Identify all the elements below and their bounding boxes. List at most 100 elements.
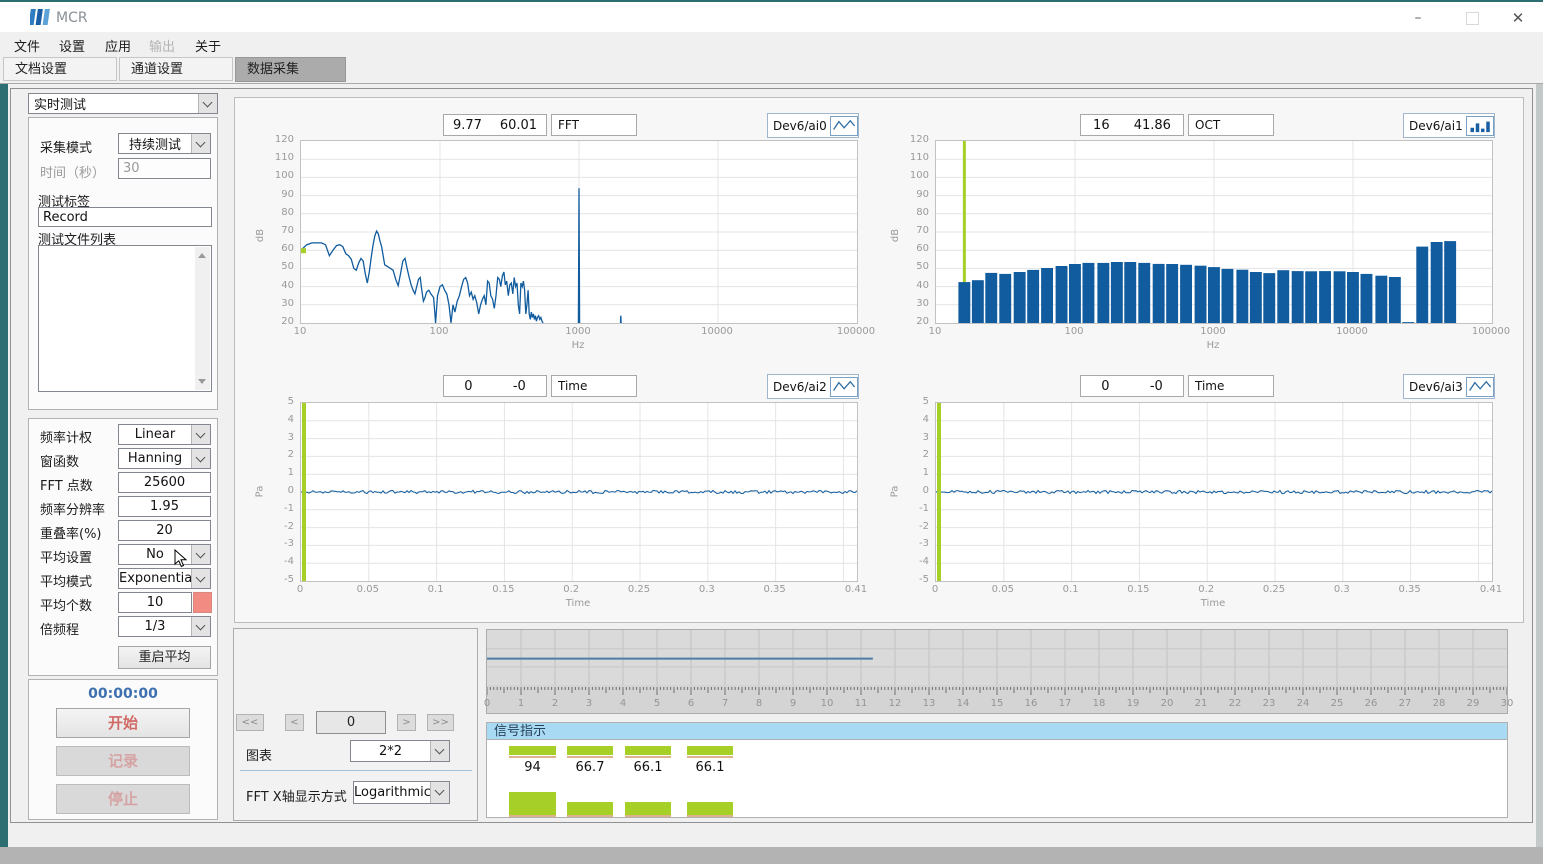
window-title: MCR (56, 10, 88, 26)
chevron-down-icon[interactable] (191, 425, 210, 444)
scroll-up-icon[interactable] (198, 253, 206, 258)
fft-name-box[interactable]: FFT (551, 114, 637, 136)
restart-average-button[interactable]: 重启平均 (118, 646, 211, 669)
x-tick-label: 10000 (1336, 326, 1368, 337)
y-tick-label: 50 (916, 261, 929, 272)
x-tick-label: 0.3 (699, 584, 715, 595)
page-counter[interactable]: 0 (316, 711, 386, 734)
next-page-button: > (397, 714, 416, 731)
close-button[interactable]: ✕ (1498, 7, 1538, 29)
window-right-border (1536, 84, 1543, 847)
waveform-icon (1466, 377, 1494, 397)
fft-axis-mode-select[interactable]: Logarithmic (353, 781, 450, 804)
signal-baseline (687, 756, 733, 758)
param-input[interactable] (118, 520, 211, 541)
signal-meter-bar (509, 792, 556, 815)
param-input[interactable] (118, 472, 211, 493)
menu-output: 输出 (149, 36, 175, 55)
ruler-label: 2 (552, 698, 558, 709)
window-left-border (0, 84, 8, 847)
chart-layout-label: 图表 (246, 745, 272, 764)
menu-file[interactable]: 文件 (14, 36, 40, 55)
y-tick-label: 50 (281, 261, 294, 272)
y-tick-label: -3 (284, 538, 294, 549)
param-input[interactable] (118, 592, 192, 613)
chevron-down-icon[interactable] (191, 449, 210, 468)
acq-mode-select[interactable]: 持续测试 (118, 133, 211, 154)
oct-name-box[interactable]: OCT (1188, 114, 1274, 136)
tab-channel-settings[interactable]: 通道设置 (119, 57, 233, 81)
x-tick-label: 0.41 (845, 584, 867, 595)
record-button: 记录 (56, 746, 190, 776)
chevron-down-icon[interactable] (430, 741, 449, 761)
param-select[interactable]: No (118, 544, 211, 565)
test-tag-input[interactable] (38, 207, 212, 227)
y-tick-label: 40 (281, 280, 294, 291)
x-tick-label: 0.35 (763, 584, 785, 595)
param-select[interactable]: Linear (118, 424, 211, 445)
window-bottom-border (0, 847, 1543, 864)
ruler-label: 7 (722, 698, 728, 709)
chart-layout-select[interactable]: 2*2 (350, 740, 450, 762)
tab-document-settings[interactable]: 文档设置 (3, 57, 117, 81)
signal-level-bar (567, 746, 613, 755)
ruler-label: 23 (1263, 698, 1276, 709)
param-select[interactable]: 1/3 (118, 616, 211, 637)
time-right-plot[interactable] (935, 402, 1493, 582)
x-tick-label: 0.15 (492, 584, 514, 595)
tab-data-acquisition[interactable]: 数据采集 (235, 57, 346, 82)
y-tick-label: 0 (923, 485, 929, 496)
divider (240, 770, 472, 771)
menu-settings[interactable]: 设置 (59, 36, 85, 55)
x-tick-label: 0.25 (628, 584, 650, 595)
x-tick-label: 1000 (1200, 326, 1225, 337)
y-tick-label: 20 (281, 316, 294, 327)
signal-baseline (567, 756, 613, 758)
maximize-button[interactable] (1452, 7, 1492, 29)
test-mode-select[interactable]: 实时测试 (28, 93, 218, 114)
signal-meter-bar (567, 802, 613, 815)
y-tick-label: -4 (919, 556, 929, 567)
signal-level-bar (687, 746, 733, 755)
oct-plot[interactable] (935, 140, 1493, 324)
time-right-cursor-readout: 0-0 (1080, 375, 1184, 397)
y-tick-label: 3 (288, 432, 294, 443)
y-tick-label: 80 (916, 207, 929, 218)
acq-time-input (118, 158, 211, 179)
param-label: 平均个数 (40, 595, 92, 614)
menu-apply[interactable]: 应用 (105, 36, 131, 55)
ruler-label: 29 (1467, 698, 1480, 709)
scroll-down-icon[interactable] (198, 379, 206, 384)
time-right-name-box[interactable]: Time (1188, 375, 1274, 397)
test-file-list[interactable] (38, 245, 212, 392)
time-left-name-box[interactable]: Time (551, 375, 637, 397)
ruler-label: 1 (518, 698, 524, 709)
y-tick-label: 4 (923, 414, 929, 425)
scrollbar[interactable] (195, 247, 210, 390)
chevron-down-icon[interactable] (198, 94, 217, 113)
param-select[interactable]: Hanning (118, 448, 211, 469)
time-left-plot[interactable] (300, 402, 858, 582)
x-tick-label: 0.1 (1063, 584, 1079, 595)
menu-about[interactable]: 关于 (195, 36, 221, 55)
minimize-button[interactable]: – (1398, 7, 1438, 29)
signal-level-value: 66.1 (625, 760, 671, 775)
y-tick-label: -3 (919, 538, 929, 549)
y-tick-label: 110 (910, 152, 929, 163)
x-tick-label: 0.05 (357, 584, 379, 595)
x-tick-label: 0.3 (1334, 584, 1350, 595)
chevron-down-icon[interactable] (191, 134, 210, 153)
param-input[interactable] (118, 496, 211, 517)
start-button[interactable]: 开始 (56, 708, 190, 738)
chevron-down-icon[interactable] (191, 617, 210, 636)
first-page-button: << (236, 714, 264, 731)
x-tick-label: 10 (929, 326, 942, 337)
chevron-down-icon[interactable] (191, 545, 210, 564)
record-strip-plot[interactable] (487, 630, 1507, 685)
y-tick-label: 70 (916, 225, 929, 236)
fft-plot[interactable] (300, 140, 858, 324)
average-count-indicator (193, 592, 212, 613)
chevron-down-icon[interactable] (430, 782, 449, 803)
param-select[interactable]: Exponential (118, 568, 211, 589)
chevron-down-icon[interactable] (191, 569, 210, 588)
